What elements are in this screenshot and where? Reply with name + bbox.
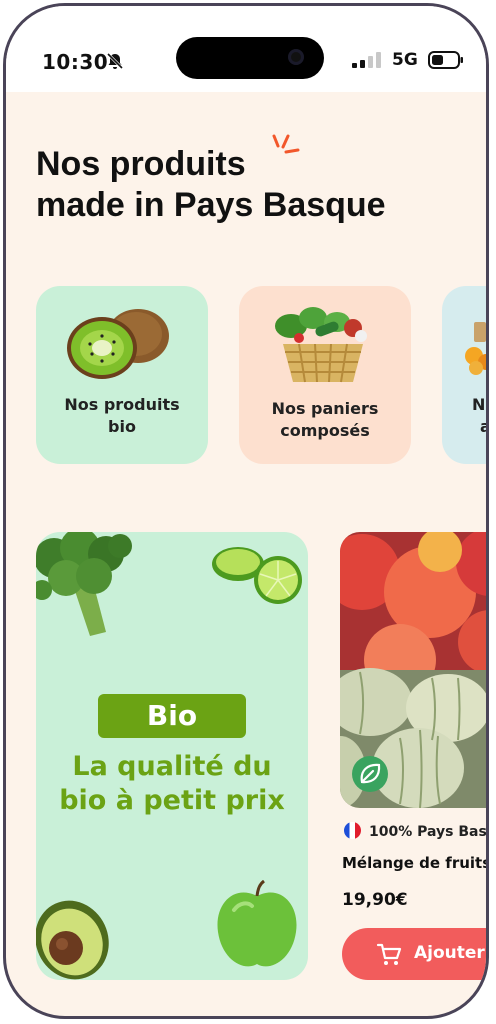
category-label-line2: a — [472, 416, 486, 438]
product-image — [340, 532, 486, 808]
product-origin: 100% Pays Basq — [344, 822, 486, 840]
product-price: 19,90€ — [342, 890, 408, 910]
category-label-line1: Nos paniers — [271, 399, 379, 418]
product-name: Mélange de fruits — [342, 854, 486, 872]
category-label-bio: Nos produits bio — [36, 394, 208, 438]
sparkle-icon — [272, 134, 300, 154]
network-label: 5G — [392, 50, 418, 70]
camera-lens — [288, 49, 304, 65]
status-bar: 10:30 5G — [6, 6, 486, 92]
battery-icon — [428, 51, 463, 69]
kiwi-image — [67, 309, 169, 379]
organic-leaf-badge — [352, 756, 388, 792]
promo-banner-bio[interactable]: Bio La qualité du bio à petit prix — [36, 532, 308, 980]
leaf-icon — [360, 763, 381, 784]
category-label-partial: Ne a — [472, 394, 486, 438]
promo-headline-line1: La qualité du — [72, 751, 272, 782]
phone-screen: 10:30 5G Nos produits made in Pays Basqu… — [0, 0, 496, 1024]
add-to-cart-label: Ajouter — [414, 943, 485, 963]
lime-image — [212, 547, 302, 604]
category-label-line2: composés — [280, 421, 370, 440]
promo-headline: La qualité du bio à petit prix — [36, 750, 308, 818]
product-origin-label: 100% Pays Basq — [369, 824, 486, 840]
page-title-line2: made in Pays Basque — [36, 186, 386, 224]
broccoli-image — [36, 532, 132, 636]
basket-image — [275, 307, 367, 383]
add-to-cart-button[interactable]: Ajouter — [342, 928, 486, 980]
category-label-paniers: Nos paniers composés — [239, 398, 411, 442]
page-title: Nos produits made in Pays Basque — [36, 144, 476, 226]
category-label-line1: Nos produits — [64, 395, 180, 414]
category-label-line1: Ne — [472, 395, 486, 414]
signal-icon — [352, 52, 381, 68]
cart-icon — [376, 943, 402, 965]
category-card-bio[interactable]: Nos produits bio — [36, 286, 208, 464]
device-frame: 10:30 5G Nos produits made in Pays Basqu… — [3, 3, 489, 1019]
france-flag-icon — [344, 822, 361, 839]
avocado-image — [36, 900, 109, 980]
promo-headline-line2: bio à petit prix — [59, 785, 285, 816]
category-label-line2: bio — [108, 417, 136, 436]
fruit-image — [465, 322, 486, 375]
apple-image — [217, 880, 297, 967]
bio-tag: Bio — [98, 694, 246, 738]
product-card[interactable]: 100% Pays Basq Mélange de fruits 19,90€ … — [340, 532, 486, 992]
category-card-paniers[interactable]: Nos paniers composés — [239, 286, 411, 464]
category-card-partial[interactable]: Ne a — [442, 286, 486, 464]
main-content[interactable]: Nos produits made in Pays Basque Nos pro… — [6, 92, 486, 1016]
status-time: 10:30 — [42, 50, 109, 74]
page-title-line1: Nos produits — [36, 145, 246, 183]
bell-slash-icon — [106, 52, 124, 70]
